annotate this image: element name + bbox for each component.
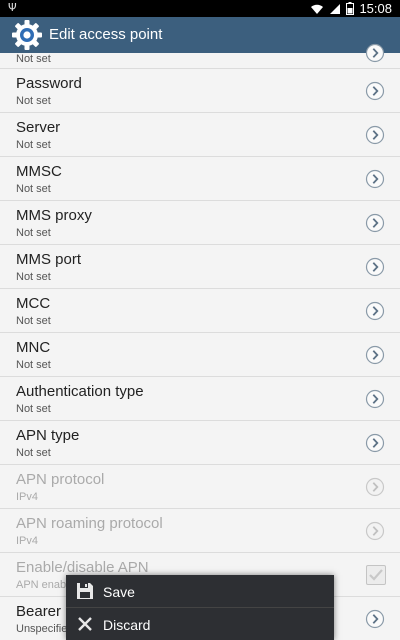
list-item-apn-roaming-protocol: APN roaming protocol IPv4 [0,509,400,553]
menu-item-save[interactable]: Save [66,575,334,607]
menu-item-discard[interactable]: Discard [66,607,334,639]
item-summary: Not set [16,359,51,371]
item-summary: Not set [16,271,51,283]
list-item-authentication-type[interactable]: Authentication type Not set [0,377,400,421]
close-icon [78,617,92,631]
settings-gear-icon[interactable] [11,19,43,51]
item-title: MMSC [16,163,62,180]
list-item-server[interactable]: Server Not set [0,113,400,157]
item-title: MNC [16,339,51,356]
item-title: Server [16,119,61,136]
discard-label: Discard [103,617,151,633]
status-bar: Ψ 15:08 [0,0,400,17]
chevron-right-icon [365,81,385,101]
list-item-apn-protocol: APN protocol IPv4 [0,465,400,509]
list-item-mnc[interactable]: MNC Not set [0,333,400,377]
item-title: APN type [16,427,80,444]
page-title: Edit access point [49,26,163,43]
item-title: Enable/disable APN [16,559,149,576]
chevron-right-icon [365,433,385,453]
item-title: MCC [16,295,51,312]
screen: Ψ 15:08 Edit access point Not set Passwo… [0,0,400,640]
list-item-apn-type[interactable]: APN type Not set [0,421,400,465]
chevron-right-icon [365,257,385,277]
apn-settings-list: Not set Password Not set Server Not set … [0,43,400,640]
item-title: MMS port [16,251,82,268]
usb-icon: Ψ [8,1,17,14]
wifi-icon [311,4,324,14]
save-icon [77,583,93,599]
item-summary: IPv4 [16,491,39,503]
battery-icon [346,2,355,15]
list-item-mms-port[interactable]: MMS port Not set [0,245,400,289]
chevron-right-icon [365,521,385,541]
list-item-proxy[interactable]: Not set [0,43,400,69]
action-bar: Edit access point [0,17,400,53]
enable-apn-checkbox [366,565,386,585]
chevron-right-icon [365,609,385,629]
item-summary: IPv4 [16,535,39,547]
list-item-mmsc[interactable]: MMSC Not set [0,157,400,201]
chevron-right-icon [365,389,385,409]
checkmark-icon [369,569,383,581]
chevron-right-icon [365,213,385,233]
chevron-right-icon [365,301,385,321]
clock: 15:08 [359,1,392,16]
options-menu: Save Discard [66,575,334,640]
chevron-right-icon [365,43,385,63]
item-summary: Not set [16,95,51,107]
list-item-mcc[interactable]: MCC Not set [0,289,400,333]
save-label: Save [103,584,135,600]
item-summary: Not set [16,227,51,239]
item-title: MMS proxy [16,207,92,224]
item-title: Bearer [16,603,62,620]
chevron-right-icon [365,345,385,365]
item-title: Authentication type [16,383,144,400]
item-summary: Not set [16,183,51,195]
item-summary: Not set [16,139,51,151]
item-summary: APN enab [16,579,67,591]
item-summary: Not set [16,403,51,415]
item-title: Password [16,75,82,92]
item-summary: Unspecifie [16,623,68,635]
list-item-mms-proxy[interactable]: MMS proxy Not set [0,201,400,245]
chevron-right-icon [365,169,385,189]
item-title: APN roaming protocol [16,515,163,532]
item-title: APN protocol [16,471,105,488]
signal-icon [330,3,341,14]
item-summary: Not set [16,315,51,327]
chevron-right-icon [365,477,385,497]
chevron-right-icon [365,125,385,145]
item-summary: Not set [16,447,51,459]
item-summary: Not set [16,53,51,65]
list-item-password[interactable]: Password Not set [0,69,400,113]
